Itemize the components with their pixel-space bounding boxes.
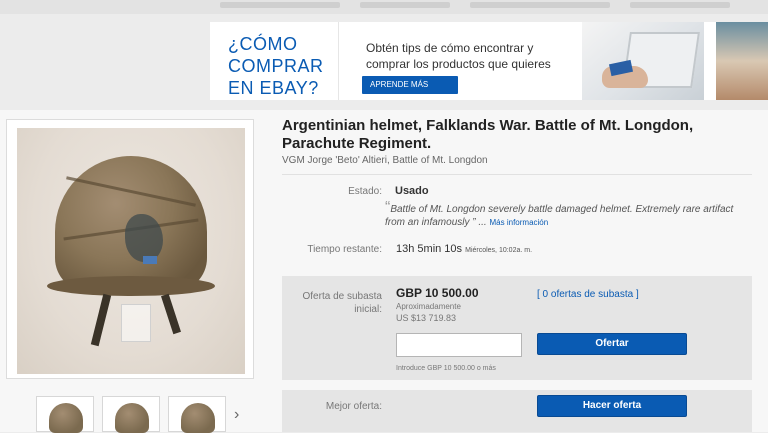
best-offer-label: Mejor oferta:	[325, 401, 382, 412]
quote-text: Battle of Mt. Longdon severely battle da…	[385, 204, 734, 228]
time-left-value: 13h 5min 10s Miércoles, 10:02a. m.	[396, 243, 532, 255]
thumbnail-1[interactable]	[36, 396, 94, 433]
make-offer-button[interactable]: Hacer oferta	[537, 395, 687, 417]
browser-top-strip	[0, 0, 768, 14]
time-left-label: Tiempo restante:	[307, 244, 382, 255]
banner-tip: Obtén tips de cómo encontrar y comprar l…	[344, 22, 580, 100]
helmet-shape	[55, 156, 207, 292]
time-left-countdown: 13h 5min 10s	[396, 243, 463, 255]
thumbnail-next-arrow-icon[interactable]: ›	[234, 406, 239, 424]
helmet-damage	[125, 214, 163, 262]
more-info-link[interactable]: Más información	[490, 218, 549, 227]
condition-value: Usado	[395, 185, 429, 197]
place-bid-button[interactable]: Ofertar	[537, 333, 687, 355]
helmet-net-strand	[66, 176, 196, 207]
main-product-image[interactable]	[6, 119, 254, 379]
banner-headline-line-3: EN EBAY?	[228, 78, 319, 98]
learn-more-button[interactable]: APRENDE MÁS	[362, 76, 458, 94]
banner-person-image	[716, 22, 768, 100]
banner-headline-line-2: COMPRAR	[228, 56, 324, 76]
condition-label: Estado:	[348, 186, 382, 197]
end-time: Miércoles, 10:02a. m.	[465, 247, 533, 254]
close-quote: ” ...	[472, 217, 487, 228]
approx-label: Aproximadamente	[396, 302, 461, 311]
price: GBP 10 500.00	[396, 286, 479, 300]
thumbnail-3[interactable]	[168, 396, 226, 433]
listing-subtitle: VGM Jorge 'Beto' Altieri, Battle of Mt. …	[282, 155, 488, 166]
bid-amount-input[interactable]	[396, 333, 522, 357]
banner-headline-line-1: ¿CÓMO	[228, 34, 298, 54]
thumbnail-image	[115, 403, 149, 433]
listing-title: Argentinian helmet, Falklands War. Battl…	[282, 117, 742, 153]
listing-title-line-2: Parachute Regiment.	[282, 135, 432, 152]
helmet-rim	[47, 276, 215, 296]
display-stand	[121, 304, 151, 342]
banner-laptop-image	[582, 22, 704, 100]
banner-tip-line-1: Obtén tips de cómo encontrar y	[366, 41, 534, 55]
helmet-strap	[90, 293, 112, 347]
banner-headline: ¿CÓMO COMPRAR EN EBAY?	[210, 22, 339, 100]
listing-title-line-1: Argentinian helmet, Falklands War. Battl…	[282, 117, 694, 134]
helmet-photo	[17, 128, 245, 374]
seller-description-quote: “Battle of Mt. Longdon severely battle d…	[385, 200, 735, 229]
helmet-strap	[161, 293, 181, 335]
starting-bid-label: Oferta de subasta inicial:	[302, 291, 383, 315]
thumbnail-image	[181, 403, 215, 433]
promo-banner[interactable]: ¿CÓMO COMPRAR EN EBAY? Obtén tips de cóm…	[210, 22, 768, 100]
thumbnail-image	[49, 403, 83, 433]
thumbnail-2[interactable]	[102, 396, 160, 433]
divider	[282, 174, 752, 175]
bid-count-link[interactable]: [ 0 ofertas de subasta ]	[537, 289, 639, 300]
bid-hint: Introduce GBP 10 500.00 o más	[396, 365, 496, 372]
helmet-tag	[143, 256, 157, 264]
approx-value: US $13 719.83	[396, 313, 457, 323]
banner-tip-line-2: comprar los productos que quieres	[366, 57, 551, 71]
